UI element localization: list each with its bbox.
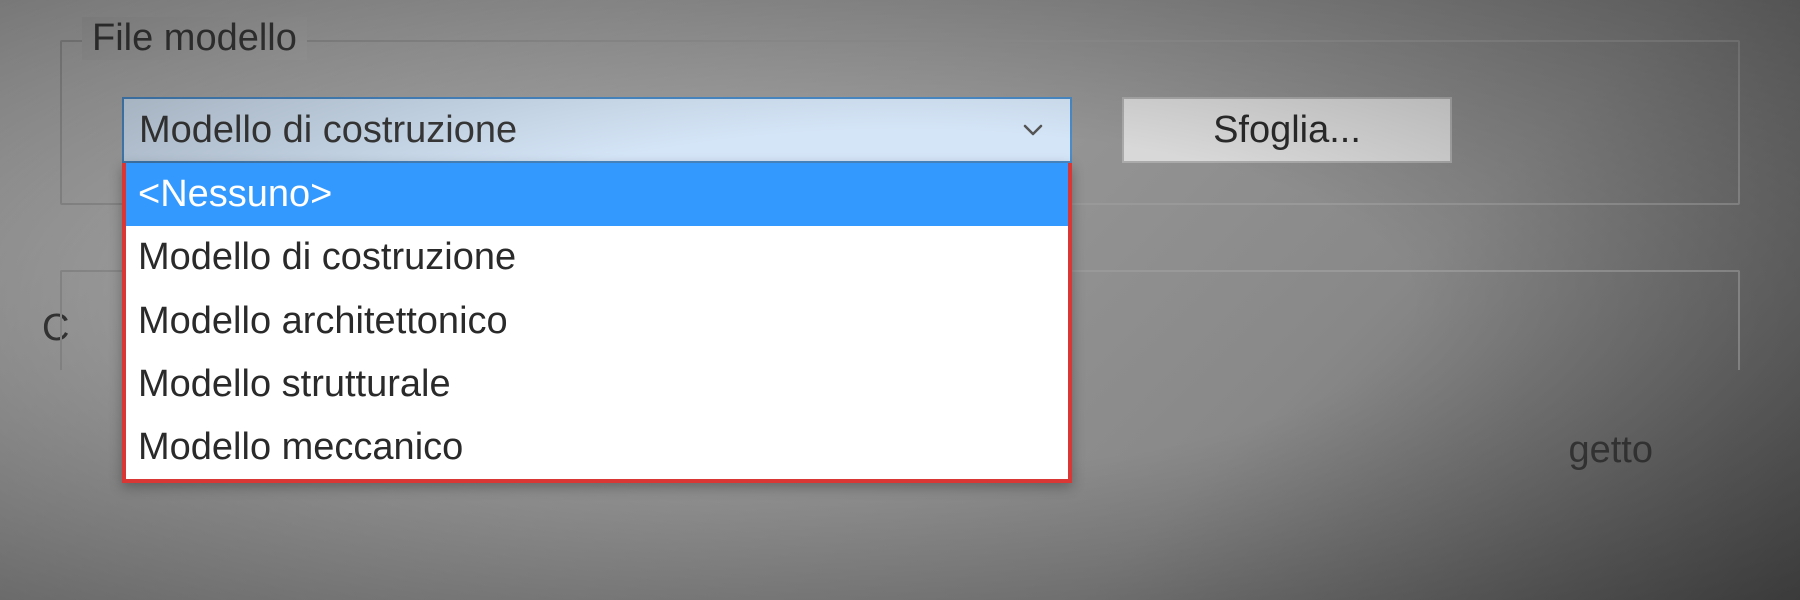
partial-text-fragment: getto [1568,429,1653,472]
chevron-down-icon [1021,118,1045,142]
dropdown-option-mechanical[interactable]: Modello meccanico [126,416,1068,479]
model-template-selected: Modello di costruzione [139,109,517,152]
dropdown-option-structural[interactable]: Modello strutturale [126,353,1068,416]
dropdown-option-architectural[interactable]: Modello architettonico [126,290,1068,353]
dropdown-option-none[interactable]: <Nessuno> [126,163,1068,226]
model-template-dropdown-button[interactable]: Modello di costruzione [122,97,1072,163]
file-model-group-label: File modello [82,17,307,60]
model-template-dropdown[interactable]: Modello di costruzione <Nessuno> Modello… [122,97,1072,163]
browse-button-label: Sfoglia... [1213,109,1361,152]
browse-button[interactable]: Sfoglia... [1122,97,1452,163]
file-model-group: File modello Modello di costruzione <Nes… [60,40,1740,205]
model-template-dropdown-list[interactable]: <Nessuno> Modello di costruzione Modello… [122,163,1072,483]
dropdown-option-construction[interactable]: Modello di costruzione [126,226,1068,289]
